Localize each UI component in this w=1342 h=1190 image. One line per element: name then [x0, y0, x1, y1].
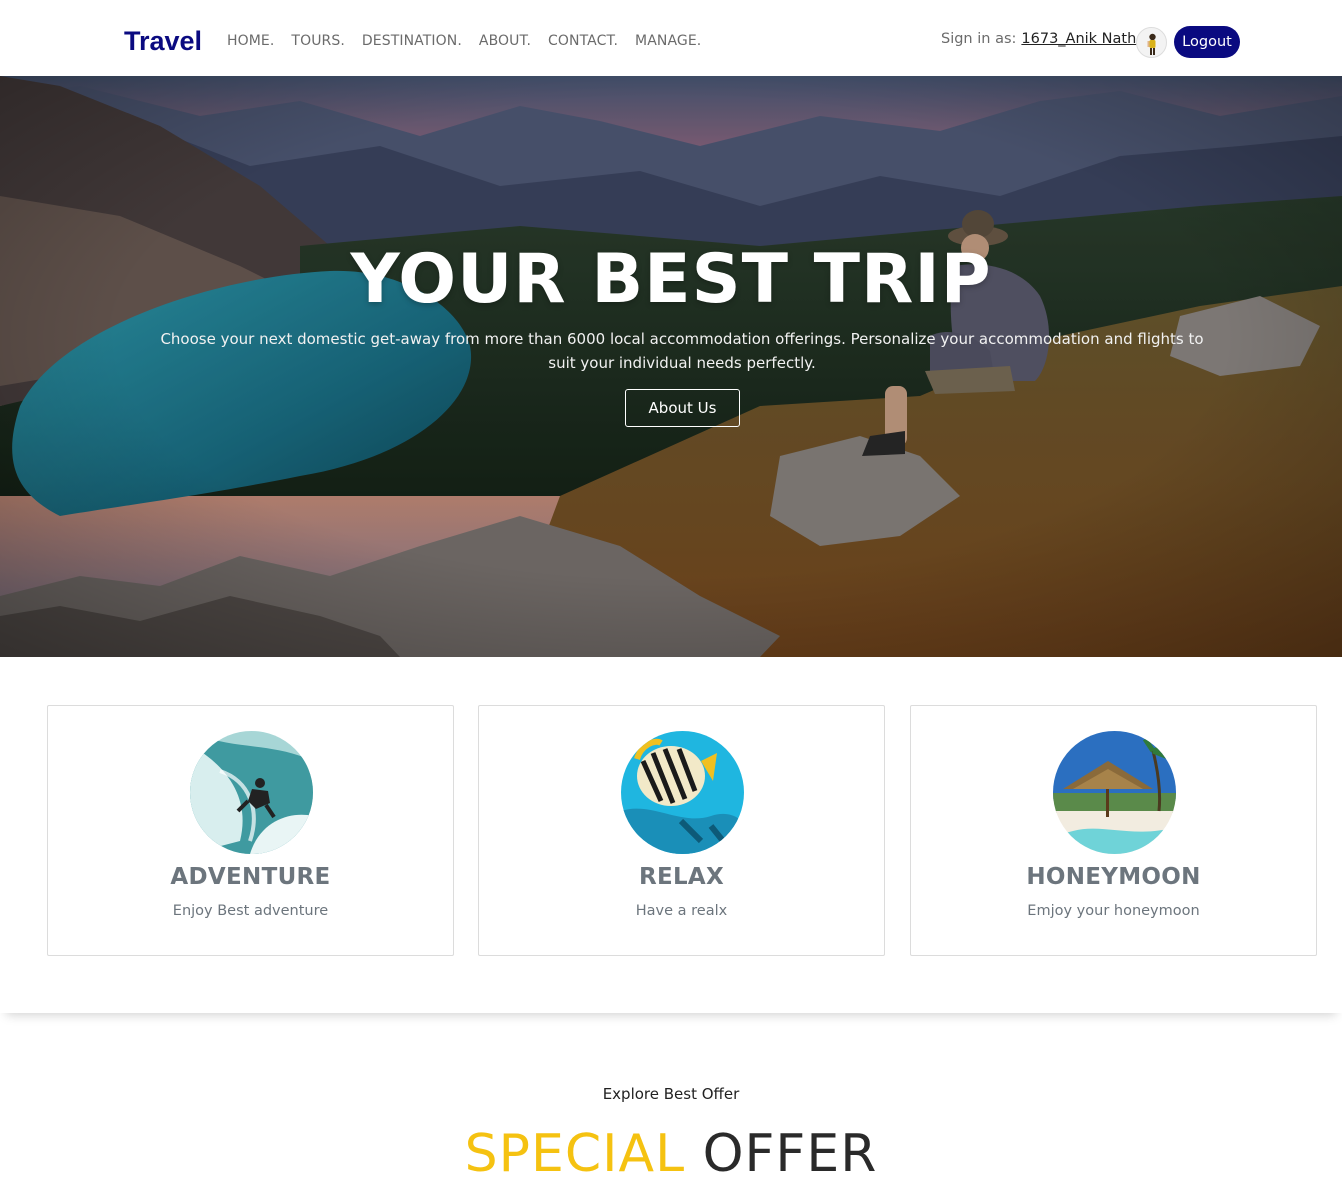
surfer-image — [190, 731, 313, 854]
card-subtitle: Have a realx — [635, 903, 728, 919]
hero-title: YOUR BEST TRIP — [350, 240, 992, 319]
card-title: ADVENTURE — [170, 864, 331, 890]
hero-description: Choose your next domestic get-away from … — [160, 330, 1204, 372]
nav-link-manage[interactable]: MANAGE. — [635, 33, 701, 49]
card-subtitle: Enjoy Best adventure — [172, 903, 329, 919]
about-us-button[interactable]: About Us — [625, 389, 740, 427]
card-relax[interactable]: RELAX Have a realx — [478, 705, 885, 956]
card-subtitle: Emjoy your honeymoon — [1027, 903, 1200, 919]
nav-link-destination[interactable]: DESTINATION. — [362, 33, 462, 49]
nav-link-tours[interactable]: TOURS. — [291, 33, 344, 49]
nav-link-contact[interactable]: CONTACT. — [548, 33, 618, 49]
beach-hut-image — [1053, 731, 1176, 854]
nav-link-about[interactable]: ABOUT. — [479, 33, 531, 49]
logout-button[interactable]: Logout — [1174, 26, 1240, 58]
nav-links: HOME. TOURS. DESTINATION. ABOUT. CONTACT… — [227, 33, 718, 49]
fish-image — [621, 731, 744, 854]
hero-banner: YOUR BEST TRIP Choose your next domestic… — [0, 76, 1342, 657]
signin-status: Sign in as: 1673_Anik Nath — [941, 31, 1136, 47]
user-avatar[interactable] — [1136, 27, 1167, 58]
card-adventure[interactable]: ADVENTURE Enjoy Best adventure — [47, 705, 454, 956]
nav-link-home[interactable]: HOME. — [227, 33, 274, 49]
brand-logo[interactable]: Travel — [124, 26, 202, 57]
special-offer-heading: SPECIAL OFFER — [0, 1124, 1342, 1184]
special-highlight: SPECIAL — [464, 1124, 686, 1184]
card-title: RELAX — [638, 864, 725, 890]
card-title: HONEYMOON — [1026, 864, 1201, 890]
signin-username-link[interactable]: 1673_Anik Nath — [1021, 31, 1136, 47]
top-navbar: Travel HOME. TOURS. DESTINATION. ABOUT. … — [0, 0, 1342, 76]
offer-eyebrow: Explore Best Offer — [602, 1085, 740, 1103]
special-rest: OFFER — [702, 1124, 878, 1184]
card-honeymoon[interactable]: HONEYMOON Emjoy your honeymoon — [910, 705, 1317, 956]
signin-label: Sign in as: — [941, 31, 1017, 47]
category-cards-section: ADVENTURE Enjoy Best adventure RELAX Hav… — [0, 657, 1342, 1013]
